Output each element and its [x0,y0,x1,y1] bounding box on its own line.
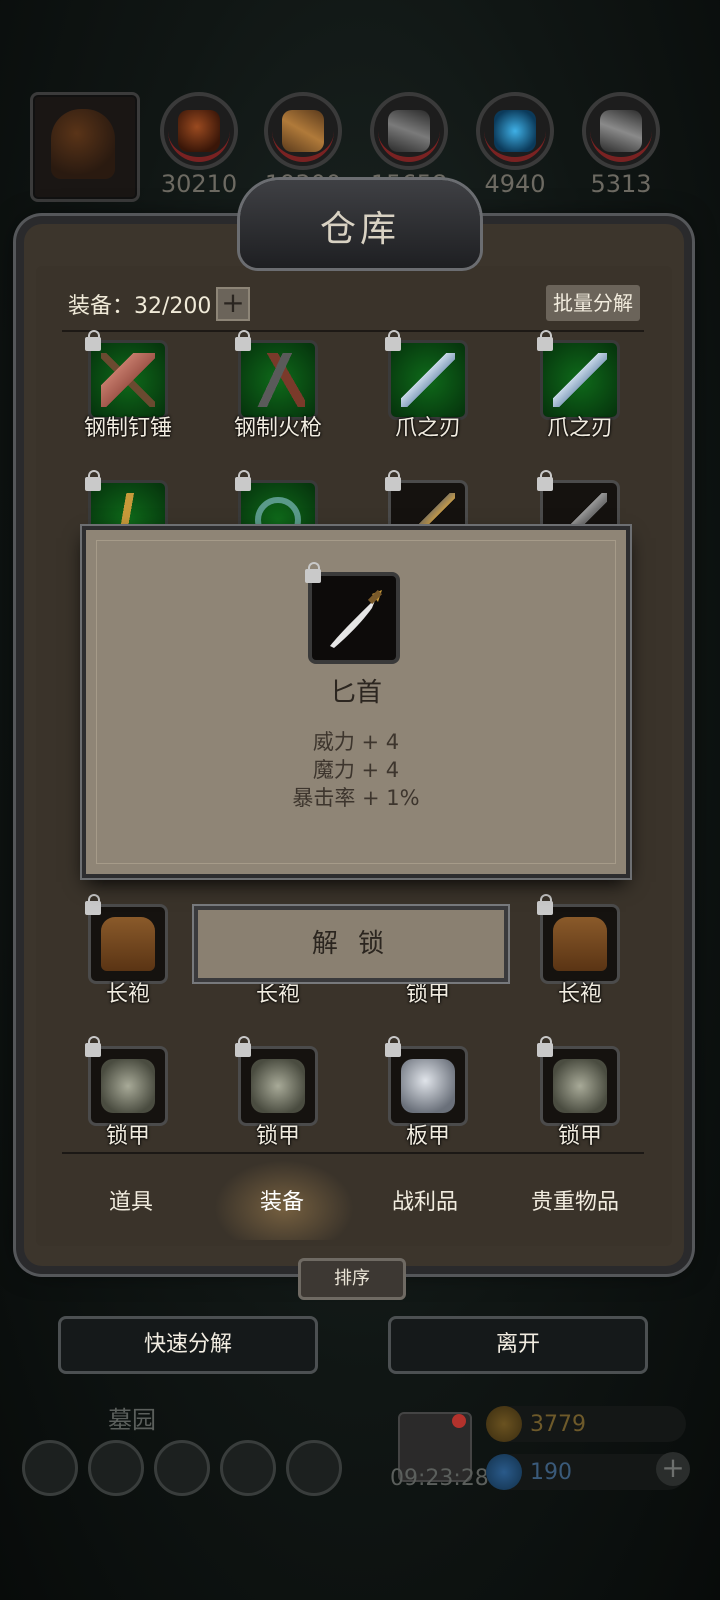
popup-item-slot [305,562,400,664]
dagger-icon [330,589,383,648]
capacity-label: 装备：32/200 [68,294,212,319]
item-slot[interactable] [235,1036,318,1126]
lock-icon [385,470,401,491]
tab-valuables[interactable]: 贵重物品 [500,1184,650,1216]
lock-icon [537,330,553,351]
lock-icon [235,1036,251,1057]
settings-icon[interactable] [22,1440,78,1496]
item-slot[interactable] [85,1036,168,1126]
bag-icon[interactable] [286,1440,342,1496]
item-slot[interactable] [385,1036,468,1126]
lock-icon [85,1036,101,1057]
tab-items[interactable]: 道具 [56,1184,206,1216]
chainmail-icon [251,1059,305,1113]
robe-icon [553,917,607,971]
item-name: 锁甲 [105,1124,150,1149]
gold-coin-icon [486,1406,522,1442]
quick-decompose-button[interactable]: 快速分解 [58,1316,318,1374]
item-name: 爪之刃 [546,416,613,441]
resource-count: 5313 [590,170,652,198]
lock-icon [537,894,553,915]
tab-equipment[interactable]: 装备 [207,1184,357,1216]
stat-line: 魔力 + 4 [312,758,400,782]
lock-icon [235,470,251,491]
item-slot[interactable] [537,1036,620,1126]
stat-line: 暴击率 + 1% [292,786,420,810]
item-name: 板甲 [405,1124,450,1149]
map-icon[interactable] [220,1440,276,1496]
expand-capacity-button[interactable]: + [216,287,250,321]
item-name: 钢制钉锤 [83,416,172,441]
lock-icon [85,330,101,351]
lock-icon [537,470,553,491]
gem-icon [486,1454,522,1490]
lock-icon [385,1036,401,1057]
resource-leather-icon [160,92,238,170]
timer-label: 09:23:28 [390,1466,489,1491]
gem-amount: 190 [530,1460,572,1485]
resource-stone-icon [582,92,660,170]
item-name: 钢制火枪 [233,416,322,441]
chainmail-icon [101,1059,155,1113]
lock-icon [537,1036,553,1057]
claw-blade-icon [553,353,607,407]
item-name: 长袍 [557,982,602,1007]
plate-armor-icon [401,1059,455,1113]
notification-dot [452,1414,466,1428]
add-currency-button[interactable]: + [656,1452,690,1486]
item-slot[interactable] [537,330,620,420]
item-slot[interactable] [85,894,168,984]
lock-icon [385,330,401,351]
skills-icon[interactable] [154,1440,210,1496]
lock-icon [235,330,251,351]
item-name: 长袍 [105,982,150,1007]
musket-icon [251,353,305,407]
item-slot[interactable] [235,330,318,420]
character-icon[interactable] [88,1440,144,1496]
resource-crystal-icon [476,92,554,170]
resource-count: 30210 [160,170,238,198]
area-name: 墓园 [108,1406,156,1434]
leave-button[interactable]: 离开 [388,1316,648,1374]
stat-line: 威力 + 4 [312,730,400,754]
character-portrait[interactable] [30,92,140,202]
page-title: 仓库 [319,209,400,250]
chainmail-icon [553,1059,607,1113]
gold-amount: 3779 [530,1412,586,1437]
lock-icon [85,894,101,915]
tab-loot[interactable]: 战利品 [350,1184,500,1216]
resource-wood-icon [264,92,342,170]
bulk-decompose-button[interactable]: 批量分解 [546,285,640,321]
item-detail-popup: 匕首 威力 + 4 魔力 + 4 暴击率 + 1% [86,530,626,874]
item-name: 爪之刃 [394,416,461,441]
item-name: 锁甲 [557,1124,602,1149]
item-name: 锁甲 [255,1124,300,1149]
hooded-figure-icon [51,109,115,179]
resource-count: 4940 [484,170,546,198]
item-slot[interactable] [85,330,168,420]
divider [62,1152,644,1154]
sort-button[interactable]: 排序 [298,1258,406,1300]
resource-iron-icon [370,92,448,170]
unlock-button[interactable]: 解 锁 [194,906,508,982]
lock-icon [85,470,101,491]
hammer-icon [101,353,155,407]
claw-blade-icon [401,353,455,407]
item-slot[interactable] [537,894,620,984]
robe-icon [101,917,155,971]
popup-item-name: 匕首 [329,678,382,708]
item-slot[interactable] [385,330,468,420]
divider [62,330,644,332]
